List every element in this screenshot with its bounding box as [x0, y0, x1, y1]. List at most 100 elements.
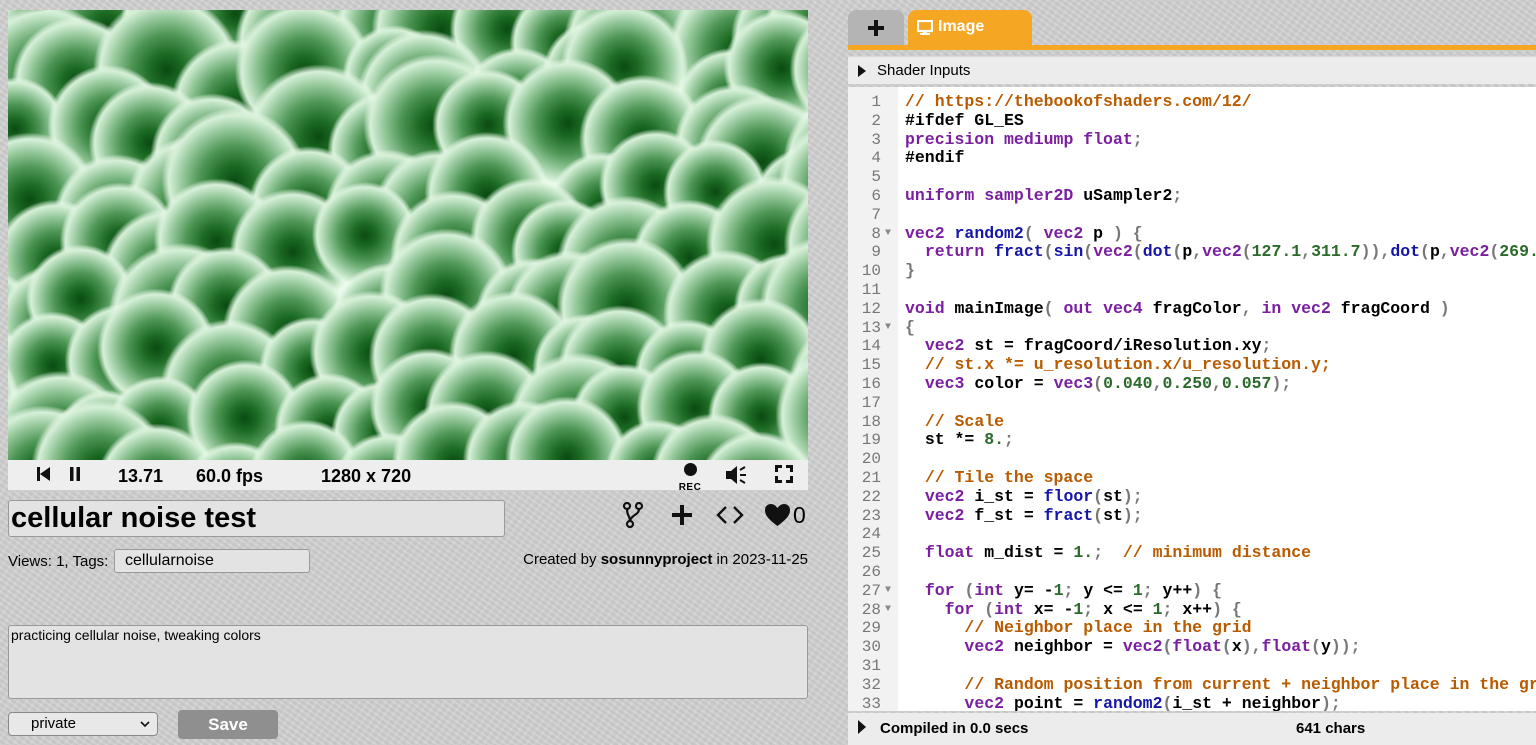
save-button[interactable]: Save: [178, 710, 278, 739]
line-number: 15: [861, 356, 881, 375]
line-number: 11: [861, 281, 881, 299]
code-line[interactable]: 25 float m_dist = 1.; // minimum distanc…: [848, 543, 1536, 563]
code-line[interactable]: 30 vec2 neighbor = vec2(float(x),float(y…: [848, 637, 1536, 657]
line-number: 9: [871, 243, 881, 262]
code-line[interactable]: 3 precision mediump float;: [848, 129, 1536, 150]
rewind-icon[interactable]: [36, 465, 50, 488]
code-line[interactable]: 21 // Tile the space: [848, 468, 1536, 488]
code-line[interactable]: 12 void mainImage( out vec4 fragColor, in…: [848, 298, 1536, 319]
code-line[interactable]: 15 // st.x *= u_resolution.x/u_resolutio…: [848, 355, 1536, 375]
code-line[interactable]: 14 vec2 st = fragCoord/iResolution.xy;: [848, 336, 1536, 356]
shader-preview-canvas[interactable]: [8, 10, 808, 462]
char-count: 641 chars: [1296, 720, 1366, 737]
embed-code-icon[interactable]: [716, 504, 744, 531]
line-number: 31: [861, 657, 881, 675]
fold-arrow-icon[interactable]: ▼: [885, 582, 891, 601]
fork-icon[interactable]: [622, 501, 644, 533]
line-number: 29: [861, 619, 881, 638]
code-line[interactable]: 32 // Random position from current + nei…: [848, 674, 1536, 695]
fold-arrow-icon[interactable]: ▼: [885, 225, 891, 244]
line-number: 25: [861, 544, 881, 563]
tab-image[interactable]: Image: [908, 10, 1032, 46]
code-line[interactable]: 33 vec2 point = random2(i_st + neighbor)…: [848, 694, 1536, 711]
caret-right-icon: [858, 64, 866, 81]
code-line[interactable]: 8 ▼ vec2 random2( vec2 p ) {: [848, 223, 1536, 244]
code-line[interactable]: 19 st *= 8.;: [848, 430, 1536, 450]
code-line[interactable]: 17: [848, 394, 1536, 413]
compile-status: Compiled in 0.0 secs: [880, 720, 1029, 737]
code-line[interactable]: 1 // https://thebookofshaders.com/12/: [848, 92, 1536, 112]
record-button[interactable]: REC: [676, 463, 704, 499]
code-text: st *= 8.;: [924, 430, 1014, 450]
record-icon: [683, 463, 697, 476]
line-number: 2: [871, 111, 881, 130]
code-text: void mainImage( out vec4 fragColor, in v…: [905, 298, 1450, 318]
code-line[interactable]: 13 ▼ {: [848, 318, 1536, 338]
code-line[interactable]: 24: [848, 525, 1536, 544]
line-number: 13: [861, 318, 881, 337]
code-line[interactable]: 4 #endif: [848, 148, 1536, 168]
shader-title-input[interactable]: [8, 500, 505, 537]
code-line[interactable]: 7: [848, 206, 1536, 225]
line-number: 28: [861, 600, 881, 619]
code-text: return fract(sin(vec2(dot(p,vec2(127.1,3…: [924, 242, 1536, 262]
line-number: 4: [871, 149, 881, 168]
privacy-value: private: [31, 715, 77, 732]
heart-icon[interactable]: [764, 503, 791, 532]
code-line[interactable]: 6 uniform sampler2D uSampler2;: [848, 186, 1536, 206]
plus-icon: [868, 20, 884, 36]
shader-inputs-label: Shader Inputs: [877, 62, 971, 79]
code-line[interactable]: 28 ▼ for (int x= -1; x <= 1; x++) {: [848, 600, 1536, 620]
code-line[interactable]: 20: [848, 450, 1536, 469]
code-line[interactable]: 26: [848, 563, 1536, 582]
code-text: vec2 i_st = floor(st);: [924, 486, 1143, 506]
code-line[interactable]: 23 vec2 f_st = fract(st);: [848, 505, 1536, 526]
code-text: // https://thebookofshaders.com/12/: [905, 92, 1252, 111]
code-text: vec3 color = vec3(0.040,0.250,0.057);: [924, 374, 1292, 393]
code-line[interactable]: 18 // Scale: [848, 412, 1536, 432]
fold-arrow-icon[interactable]: ▼: [885, 601, 891, 620]
line-number: 33: [861, 694, 881, 711]
line-number: 26: [861, 563, 881, 581]
line-number: 16: [861, 375, 881, 393]
code-line[interactable]: 29 // Neighbor place in the grid: [848, 618, 1536, 638]
line-number: 21: [861, 469, 881, 487]
line-number: 23: [861, 506, 881, 525]
resolution-display: 1280 x 720: [321, 466, 412, 486]
privacy-select[interactable]: private: [8, 712, 158, 736]
code-line[interactable]: 10}: [848, 261, 1536, 281]
author-link[interactable]: sosunnyproject: [601, 551, 713, 568]
code-line[interactable]: 11: [848, 281, 1536, 300]
tab-add[interactable]: [848, 10, 904, 46]
code-text: vec2 f_st = fract(st);: [924, 505, 1143, 525]
code-text: // Tile the space: [924, 468, 1094, 487]
pause-icon[interactable]: [68, 465, 82, 488]
code-line[interactable]: 22 vec2 i_st = floor(st);: [848, 486, 1536, 507]
code-line[interactable]: 9 return fract(sin(vec2(dot(p,vec2(127.1…: [848, 242, 1536, 262]
code-line[interactable]: 5: [848, 168, 1536, 187]
code-text: // Random position from current + neighb…: [964, 674, 1536, 694]
tags-input[interactable]: [114, 549, 310, 573]
code-text: precision mediump float;: [905, 129, 1143, 149]
add-playlist-icon[interactable]: [670, 503, 694, 532]
created-prefix: Created by: [523, 551, 601, 568]
volume-icon[interactable]: [724, 464, 748, 491]
code-line[interactable]: 27 ▼ for (int y= -1; y <= 1; y++) {: [848, 581, 1536, 601]
created-by: Created by sosunnyproject in 2023-11-25: [523, 551, 808, 568]
code-line[interactable]: 2 #ifdef GL_ES: [848, 111, 1536, 131]
line-number: 17: [861, 393, 881, 412]
code-text: vec2 random2( vec2 p ) {: [905, 223, 1143, 243]
code-line[interactable]: 16 vec3 color = vec3(0.040,0.250,0.057);: [848, 374, 1536, 394]
caret-right-icon[interactable]: [858, 720, 866, 738]
fullscreen-icon[interactable]: [774, 464, 794, 489]
editor-tabs: Image: [848, 10, 1536, 50]
cellular-noise-image: [8, 10, 808, 462]
code-editor[interactable]: 1 // https://thebookofshaders.com/12/2 #if…: [848, 87, 1536, 711]
description-textarea[interactable]: practicing cellular noise, tweaking colo…: [8, 625, 808, 699]
fold-arrow-icon[interactable]: ▼: [885, 319, 891, 338]
line-number: 32: [861, 675, 881, 694]
code-line[interactable]: 31: [848, 657, 1536, 676]
code-text: }: [905, 261, 915, 281]
shader-inputs-toggle[interactable]: Shader Inputs: [848, 56, 1536, 84]
line-number: 3: [871, 130, 881, 149]
